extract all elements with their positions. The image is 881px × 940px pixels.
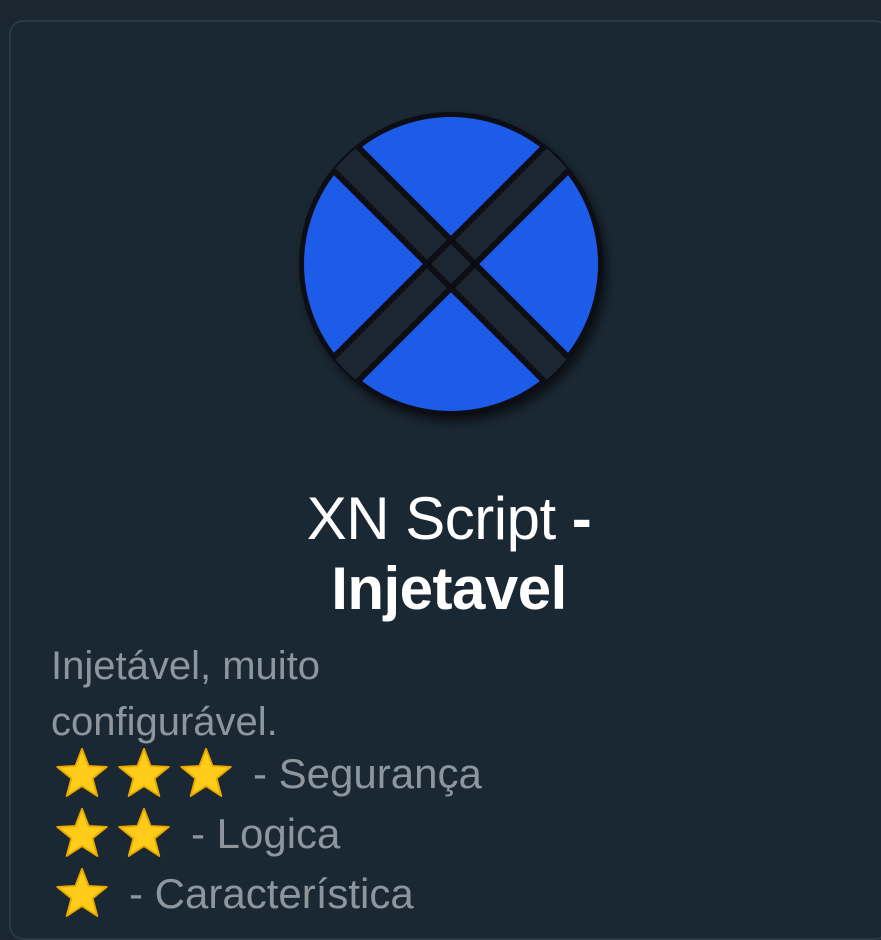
- star-icon: [180, 747, 232, 797]
- rating-row-seguranca: - Segurança: [51, 744, 482, 804]
- title-line-1: XN Script -: [51, 484, 847, 554]
- ratings-list: - Segurança - Logica - Característica: [51, 744, 482, 924]
- title-name: XN Script: [306, 485, 556, 552]
- rating-stars: [51, 867, 113, 921]
- x-circle-logo-icon: [299, 112, 603, 416]
- rating-row-logica: - Logica: [51, 804, 482, 864]
- script-title[interactable]: XN Script - Injetavel: [51, 484, 847, 624]
- rating-label: - Segurança: [253, 750, 482, 797]
- star-icon: [118, 807, 170, 857]
- star-icon: [56, 867, 108, 917]
- script-description: Injetável, muito configurável.: [51, 644, 321, 744]
- star-icon: [56, 747, 108, 797]
- title-separator: -: [555, 485, 592, 552]
- rating-row-caracteristica: - Característica: [51, 864, 482, 924]
- star-icon: [118, 747, 170, 797]
- title-subtitle: Injetavel: [331, 555, 567, 622]
- rating-label: - Logica: [191, 810, 341, 857]
- script-card[interactable]: XN Script - Injetavel Injetável, muito c…: [9, 20, 881, 940]
- star-icon: [56, 807, 108, 857]
- rating-stars: [51, 747, 237, 801]
- rating-stars: [51, 807, 175, 861]
- rating-label: - Característica: [129, 870, 414, 917]
